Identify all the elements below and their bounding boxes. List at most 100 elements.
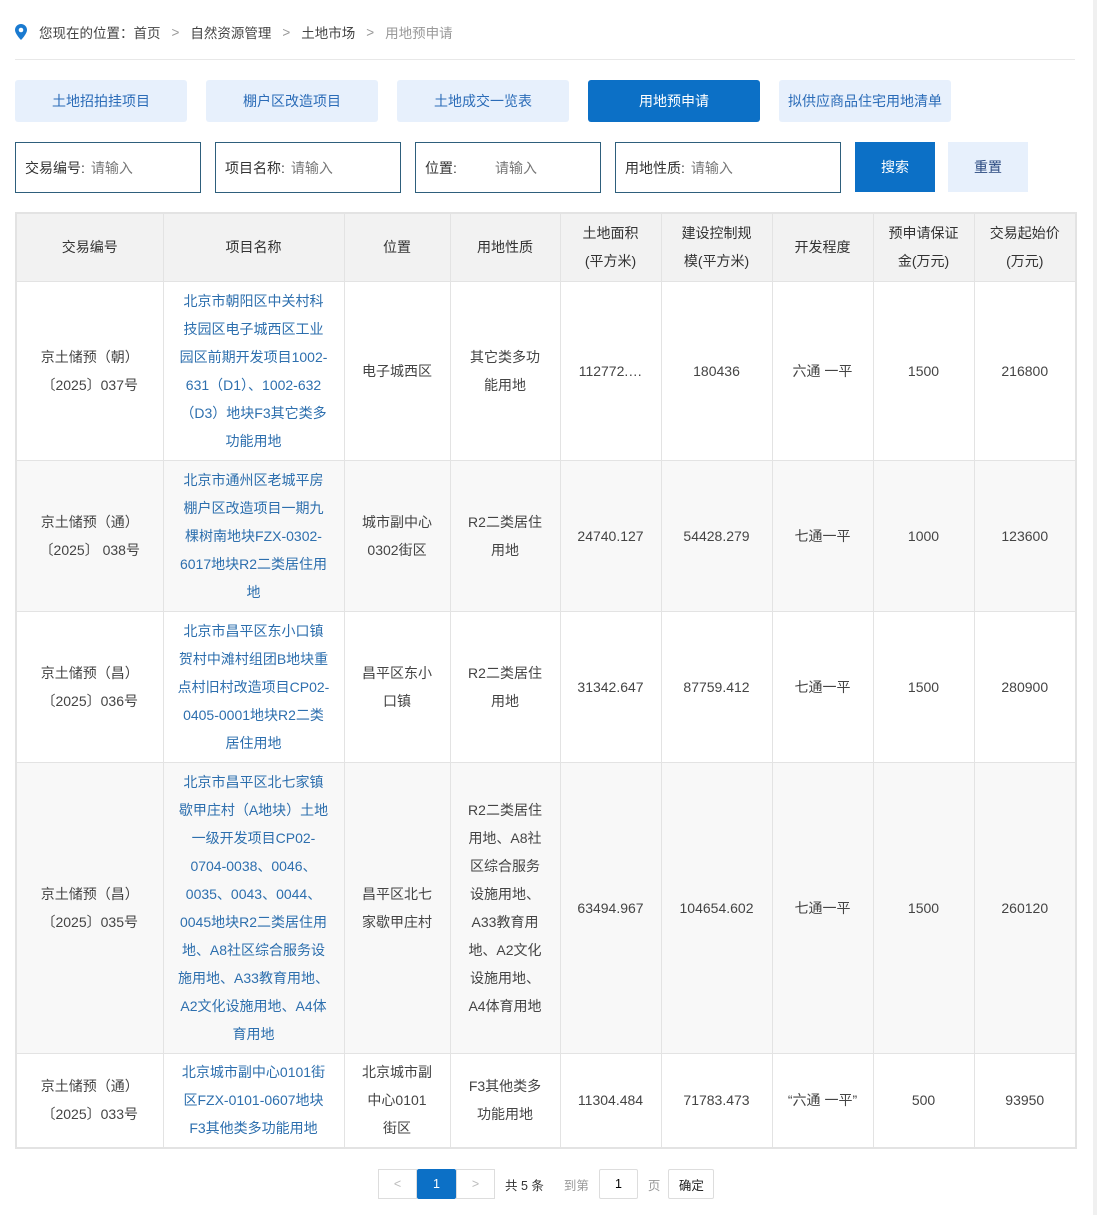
column-header: 位置: [343, 212, 451, 282]
land-use-cell: F3其他类多功能用地: [449, 1052, 561, 1149]
search-button[interactable]: 搜索: [855, 142, 935, 192]
breadcrumb-current: 用地预申请: [385, 26, 453, 41]
tab-land-pre-application[interactable]: 用地预申请: [588, 80, 760, 122]
location-cell: 城市副中心0302街区: [343, 459, 451, 612]
pagination: < 1 > 共 5 条 到第 页 确定: [378, 1169, 715, 1199]
land-area-cell: 24740.127: [559, 459, 662, 612]
build-scale-cell: 104654.602: [660, 761, 773, 1054]
start-price-cell: 260120: [973, 761, 1077, 1054]
breadcrumb-separator: >: [171, 24, 180, 40]
deposit-cell: 1500: [872, 610, 975, 763]
location-cell: 昌平区东小口镇: [343, 610, 451, 763]
deposit-cell: 500: [872, 1052, 975, 1149]
goto-label: 到第: [563, 1178, 589, 1193]
tab-land-deals[interactable]: 土地成交一览表: [397, 80, 569, 122]
table-row: 京土储预（昌）〔2025〕035号 北京市昌平区北七家镇歇甲庄村（A地块）土地一级…: [15, 761, 1077, 1054]
table-row: 京土储预（通）〔2025〕 038号 北京市通州区老城平房棚户区改造项目一期九棵树…: [15, 459, 1077, 612]
location-cell: 电子城西区: [343, 280, 451, 461]
field-label: 位置:: [425, 159, 457, 176]
divider: [15, 59, 1075, 60]
deposit-cell: 1500: [872, 280, 975, 461]
start-price-cell: 93950: [973, 1052, 1077, 1149]
land-use-cell: R2二类居住用地: [449, 610, 561, 763]
location-cell: 北京城市副中心0101街区: [343, 1052, 451, 1149]
column-header: 开发程度: [771, 212, 874, 282]
reset-button[interactable]: 重置: [948, 142, 1028, 192]
trade-number-field: 交易编号:: [15, 142, 201, 193]
total-count: 共 5 条: [505, 1178, 544, 1193]
trade-number-cell: 京土储预（昌）〔2025〕035号: [15, 761, 164, 1054]
land-area-cell: 31342.647: [559, 610, 662, 763]
build-scale-cell: 180436: [660, 280, 773, 461]
page-number-input[interactable]: [598, 1169, 638, 1199]
field-label: 交易编号:: [25, 159, 85, 176]
breadcrumb: 您现在的位置： 首页 > 自然资源管理 > 土地市场 > 用地预申请: [15, 22, 453, 42]
build-scale-cell: 54428.279: [660, 459, 773, 612]
development-level-cell: 六通 一平: [771, 280, 874, 461]
column-header: 项目名称: [162, 212, 345, 282]
project-name-link[interactable]: 北京市通州区老城平房棚户区改造项目一期九棵树南地块FZX-0302-6017地块…: [162, 459, 345, 612]
project-name-input[interactable]: [290, 159, 391, 176]
breadcrumb-home[interactable]: 首页: [134, 22, 161, 42]
column-header: 土地面积(平方米): [559, 212, 662, 282]
page-unit-label: 页: [647, 1178, 661, 1193]
development-level-cell: 七通一平: [771, 761, 874, 1054]
development-level-cell: 七通一平: [771, 459, 874, 612]
start-price-cell: 216800: [973, 280, 1077, 461]
breadcrumb-separator: >: [366, 24, 375, 40]
field-label: 用地性质:: [625, 159, 685, 176]
tab-land-auction[interactable]: 土地招拍挂项目: [15, 80, 187, 122]
start-price-cell: 123600: [973, 459, 1077, 612]
trade-number-cell: 京土储预（朝）〔2025〕037号: [15, 280, 164, 461]
trade-number-cell: 京土储预（通）〔2025〕033号: [15, 1052, 164, 1149]
build-scale-cell: 71783.473: [660, 1052, 773, 1149]
land-area-cell: 63494.967: [559, 761, 662, 1054]
land-use-cell: R2二类居住用地、A8社区综合服务设施用地、A33教育用地、A2文化设施用地、A…: [449, 761, 561, 1054]
table-row: 京土储预（朝）〔2025〕037号 北京市朝阳区中关村科技园区电子城西区工业园区前…: [15, 280, 1077, 461]
table-header: 交易编号 项目名称 位置 用地性质 土地面积(平方米) 建设控制规模(平方米) 开发程度 预申…: [15, 212, 1077, 282]
trade-number-cell: 京土储预（通）〔2025〕 038号: [15, 459, 164, 612]
land-use-input[interactable]: [690, 159, 791, 176]
deposit-cell: 1500: [872, 761, 975, 1054]
page-1-button[interactable]: 1: [417, 1169, 456, 1199]
column-header: 交易起始价(万元): [973, 212, 1077, 282]
column-header: 交易编号: [15, 212, 164, 282]
tab-housing-supply-list[interactable]: 拟供应商品住宅用地清单: [779, 80, 951, 122]
column-header: 建设控制规模(平方米): [660, 212, 773, 282]
trade-number-input[interactable]: [90, 159, 191, 176]
breadcrumb-separator: >: [282, 24, 291, 40]
location-input[interactable]: [495, 159, 595, 176]
land-use-cell: R2二类居住用地: [449, 459, 561, 612]
land-use-cell: 其它类多功能用地: [449, 280, 561, 461]
breadcrumb-land-market[interactable]: 土地市场: [301, 22, 355, 42]
land-area-cell: 11304.484: [559, 1052, 662, 1149]
land-use-field: 用地性质:: [615, 142, 841, 193]
column-header: 用地性质: [449, 212, 561, 282]
location-cell: 昌平区北七家歇甲庄村: [343, 761, 451, 1054]
land-table: 交易编号 项目名称 位置 用地性质 土地面积(平方米) 建设控制规模(平方米) 开发程度 预申…: [15, 212, 1077, 1149]
project-name-link[interactable]: 北京市昌平区东小口镇贺村中滩村组团B地块重点村旧村改造项目CP02-0405-0…: [162, 610, 345, 763]
scrollbar[interactable]: [1093, 0, 1097, 1215]
project-name-link[interactable]: 北京市朝阳区中关村科技园区电子城西区工业园区前期开发项目1002-631（D1）…: [162, 280, 345, 461]
development-level-cell: 七通一平: [771, 610, 874, 763]
breadcrumb-natural-resources[interactable]: 自然资源管理: [190, 22, 271, 42]
project-name-link[interactable]: 北京市昌平区北七家镇歇甲庄村（A地块）土地一级开发项目CP02-0704-003…: [162, 761, 345, 1054]
table-row: 京土储预（通）〔2025〕033号 北京城市副中心0101街区FZX-0101-0…: [15, 1052, 1077, 1149]
start-price-cell: 280900: [973, 610, 1077, 763]
table-row: 京土储预（昌）〔2025〕036号 北京市昌平区东小口镇贺村中滩村组团B地块重点村…: [15, 610, 1077, 763]
confirm-page-button[interactable]: 确定: [668, 1169, 715, 1199]
prev-page-button[interactable]: <: [378, 1169, 417, 1199]
deposit-cell: 1000: [872, 459, 975, 612]
next-page-button[interactable]: >: [456, 1169, 495, 1199]
breadcrumb-prefix: 您现在的位置：: [39, 26, 134, 41]
project-name-link[interactable]: 北京城市副中心0101街区FZX-0101-0607地块F3其他类多功能用地: [162, 1052, 345, 1149]
filter-bar: 交易编号: 项目名称: 位置: 用地性质:: [15, 142, 841, 193]
tab-bar: 土地招拍挂项目 棚户区改造项目 土地成交一览表 用地预申请 拟供应商品住宅用地清…: [15, 80, 951, 122]
location-pin-icon: [15, 24, 27, 40]
trade-number-cell: 京土储预（昌）〔2025〕036号: [15, 610, 164, 763]
field-label: 项目名称:: [225, 159, 285, 176]
development-level-cell: “六通 一平”: [771, 1052, 874, 1149]
column-header: 预申请保证金(万元): [872, 212, 975, 282]
build-scale-cell: 87759.412: [660, 610, 773, 763]
tab-shantytown[interactable]: 棚户区改造项目: [206, 80, 378, 122]
